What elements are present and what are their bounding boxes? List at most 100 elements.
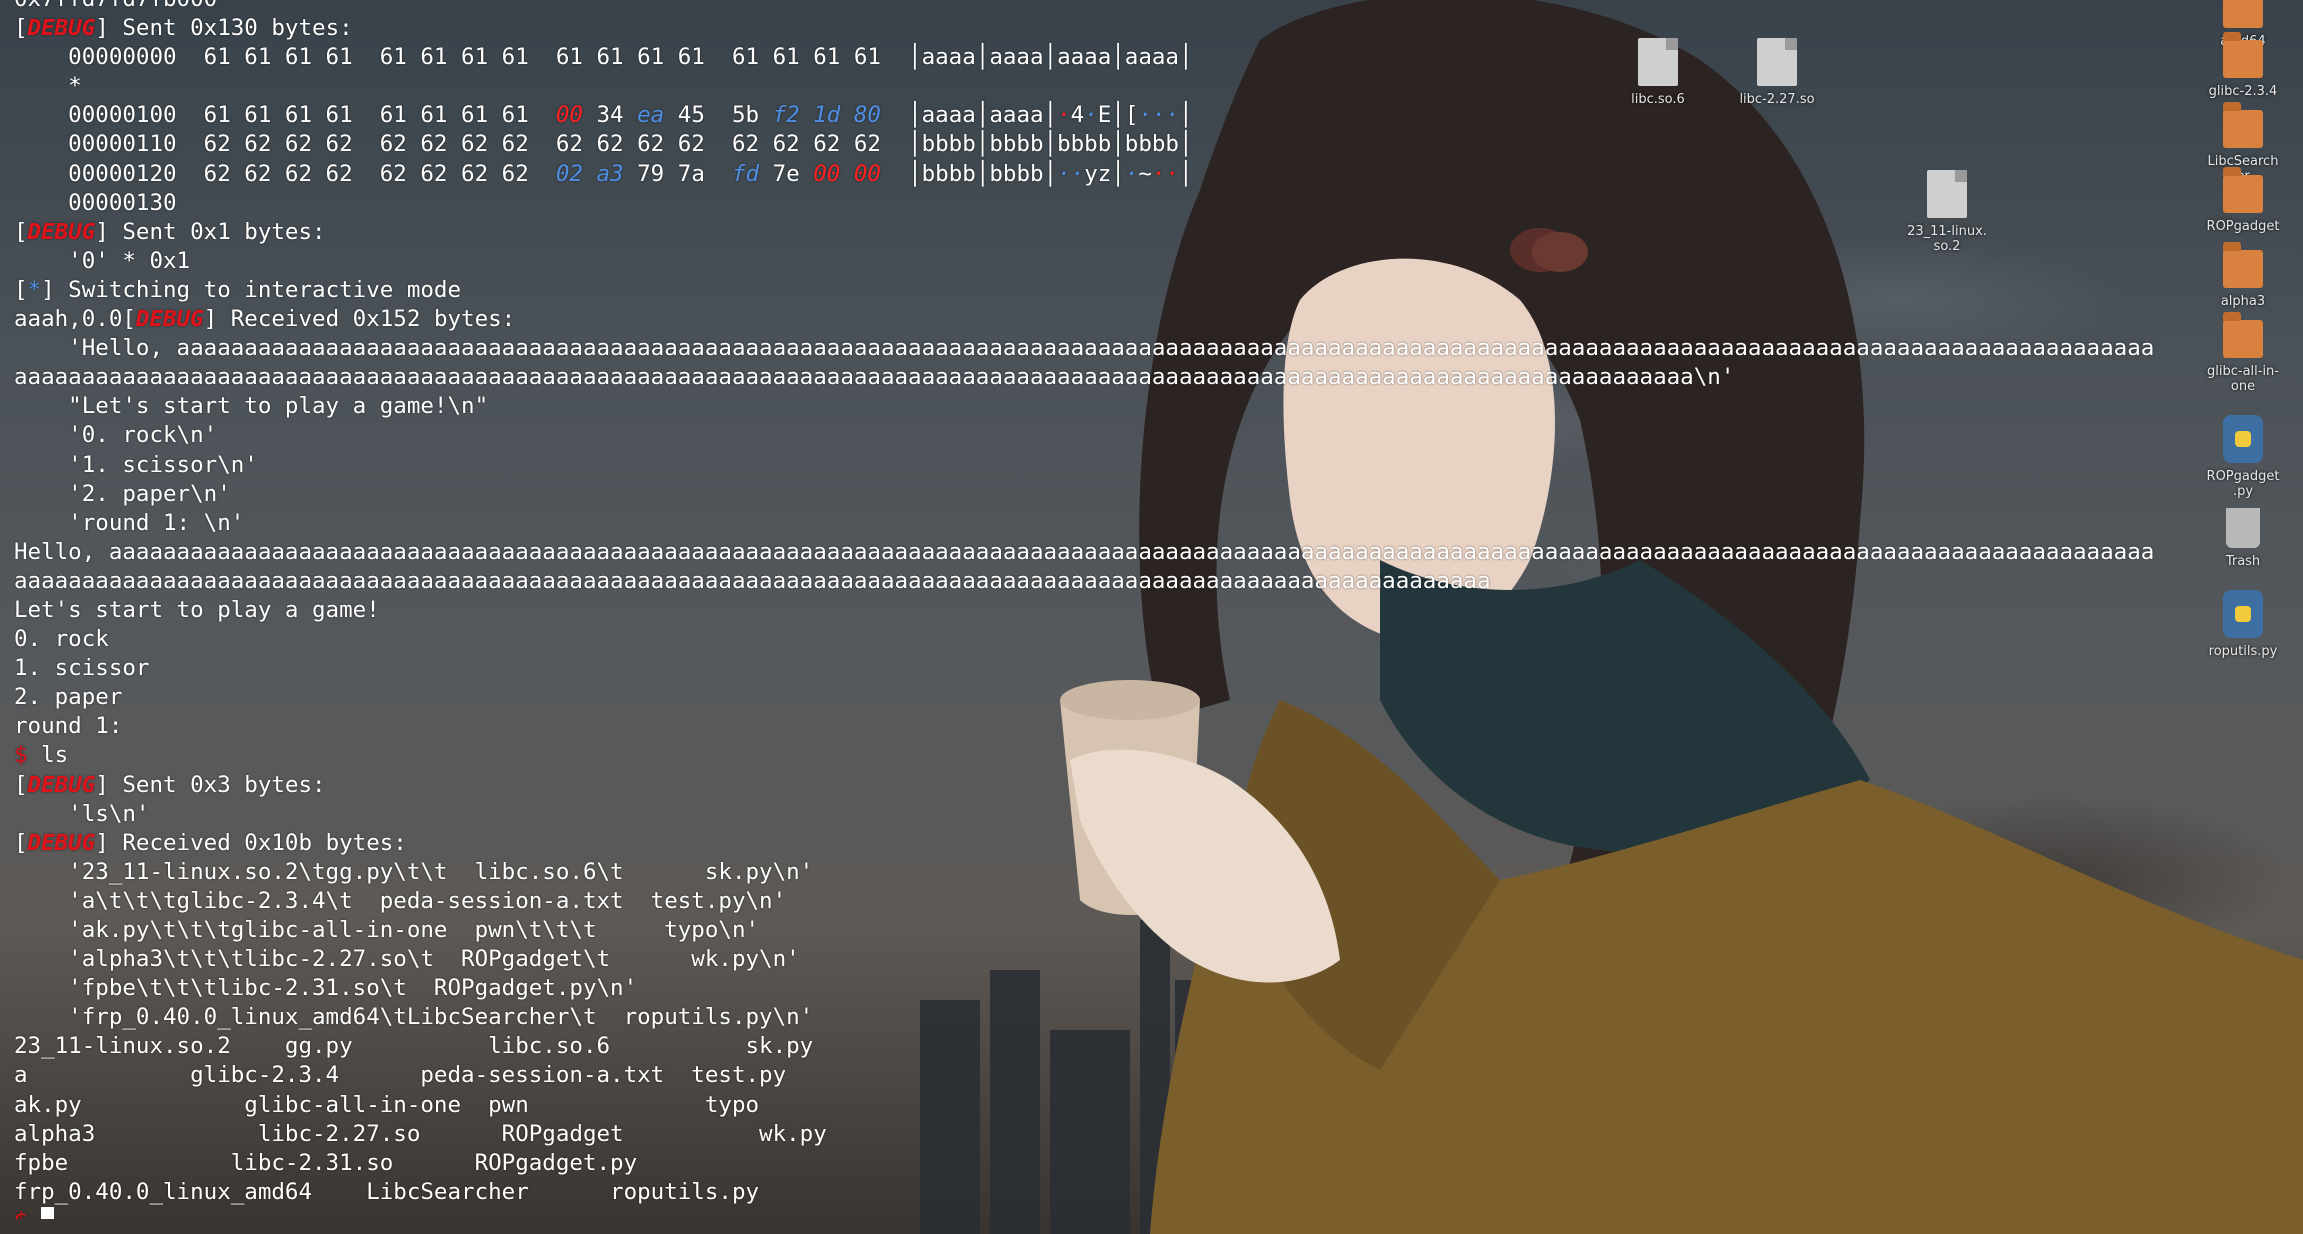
terminal-text: bbbb <box>989 160 1044 187</box>
terminal-text: 4 <box>1070 102 1085 129</box>
terminal-text: │ <box>1111 131 1125 158</box>
terminal-text: 'ak.py\t\t\tglibc-all-in-one pwn\t\t\t t… <box>14 917 760 943</box>
terminal-text: ls <box>27 742 69 769</box>
debug-tag: DEBUG <box>27 771 96 798</box>
terminal-text: '23_11-linux.so.2\tgg.py\t\t libc.so.6\t… <box>14 858 814 885</box>
terminal-text: 79 7a <box>623 160 732 187</box>
terminal-line: ak.py glibc-all-in-one pwn typo <box>14 1091 2284 1120</box>
terminal-text: ] Received 0x10b bytes: <box>95 829 407 856</box>
terminal-text: [ <box>14 276 28 303</box>
terminal-text: │ <box>1043 44 1058 71</box>
terminal-text: [ <box>14 218 28 245</box>
terminal-line: "Let's start to play a game!\n" <box>14 392 2284 421</box>
terminal-text: '0' * 0x1 <box>14 247 191 274</box>
terminal-text: [ <box>14 771 28 798</box>
terminal-text: bbbb <box>1057 131 1112 158</box>
terminal-text: 7e <box>759 160 814 187</box>
terminal-text: aaah,0.0[ <box>14 306 136 333</box>
terminal-text: "Let's start to play a game!\n" <box>14 393 489 420</box>
terminal-text: * <box>14 73 82 100</box>
terminal-text: 00000000 61 61 61 61 61 61 61 61 61 61 6… <box>14 44 909 71</box>
terminal-line: 'frp_0.40.0_linux_amd64\tLibcSearcher\t … <box>14 1003 2284 1032</box>
terminal-text: ] Switching to interactive mode <box>41 276 462 303</box>
terminal-text: · <box>1057 102 1071 129</box>
terminal-text: 02 a3 <box>555 160 624 187</box>
terminal-window[interactable]: 0x7ffd7fd7fb000[DEBUG] Sent 0x130 bytes:… <box>14 0 2284 1219</box>
terminal-text: │ <box>1043 160 1058 187</box>
terminal-line: round 1: <box>14 712 2284 741</box>
terminal-line: 'a\t\t\tglibc-2.3.4\t peda-session-a.txt… <box>14 887 2284 916</box>
terminal-line: alpha3 libc-2.27.so ROPgadget wk.py <box>14 1120 2284 1149</box>
terminal-line: Let's start to play a game! <box>14 596 2284 625</box>
terminal-text: aaaaaaaaaaaaaaaaaaaaaaaaaaaaaaaaaaaaaaaa… <box>14 364 1735 391</box>
terminal-line: 00000100 61 61 61 61 61 61 61 61 00 34 e… <box>14 101 2284 130</box>
terminal-line: fpbe libc-2.31.so ROPgadget.py <box>14 1149 2284 1178</box>
terminal-text: │ <box>908 160 922 187</box>
terminal-text: ] Sent 0x130 bytes: <box>95 15 353 42</box>
terminal-text: │ <box>1043 131 1058 158</box>
terminal-line: 1. scissor <box>14 654 2284 683</box>
terminal-text: 'ls\n' <box>14 800 150 827</box>
terminal-text: fpbe libc-2.31.so ROPgadget.py <box>14 1149 638 1176</box>
terminal-text: 00000100 61 61 61 61 61 61 61 61 <box>14 102 556 129</box>
terminal-text: Hello, aaaaaaaaaaaaaaaaaaaaaaaaaaaaaaaaa… <box>14 538 2155 565</box>
debug-tag: DEBUG <box>27 218 96 245</box>
terminal-text: ] Received 0x152 bytes: <box>203 306 516 333</box>
terminal-text: │ <box>1178 131 1193 158</box>
terminal-text: [ <box>1124 102 1139 129</box>
terminal-text: aaaa <box>1124 44 1179 71</box>
terminal-text: [ <box>14 15 28 42</box>
terminal-text: │ <box>1111 102 1125 129</box>
debug-tag: DEBUG <box>27 15 96 42</box>
terminal-text: f2 1d 80 <box>772 102 881 129</box>
terminal-text: ea <box>637 102 665 129</box>
terminal-line: 00000130 <box>14 189 2284 218</box>
terminal-text: ·· <box>1057 160 1085 187</box>
terminal-text: │ <box>908 102 922 129</box>
terminal-text: '1. scissor\n' <box>14 451 258 478</box>
terminal-text: ~ <box>1138 160 1152 187</box>
terminal-text: 'fpbe\t\t\tlibc-2.31.so\t ROPgadget.py\n… <box>14 975 638 1002</box>
terminal-line: 0. rock <box>14 625 2284 654</box>
terminal-text: │ <box>975 160 990 187</box>
terminal-line: * <box>14 72 2284 101</box>
terminal-line: '23_11-linux.so.2\tgg.py\t\t libc.so.6\t… <box>14 858 2284 887</box>
terminal-text: '0. rock\n' <box>14 422 218 449</box>
terminal-line: 2. paper <box>14 683 2284 712</box>
terminal-text: 00000130 <box>14 189 177 216</box>
terminal-cursor <box>41 1206 55 1219</box>
terminal-text: * <box>27 276 42 303</box>
terminal-text: E <box>1097 102 1112 129</box>
terminal-text: │ <box>1111 160 1125 187</box>
terminal-line: frp_0.40.0_linux_amd64 LibcSearcher ropu… <box>14 1178 2284 1207</box>
terminal-line: [DEBUG] Received 0x10b bytes: <box>14 829 2284 858</box>
terminal-line: aaah,0.0[DEBUG] Received 0x152 bytes: <box>14 305 2284 334</box>
terminal-line: [DEBUG] Sent 0x130 bytes: <box>14 14 2284 43</box>
terminal-line: $ <box>14 1206 2284 1219</box>
terminal-text: ·· <box>1151 160 1180 187</box>
terminal-text: │ <box>1179 160 1193 187</box>
terminal-text: aaaa <box>921 44 976 71</box>
terminal-text: ak.py glibc-all-in-one pwn typo <box>14 1091 760 1118</box>
terminal-text: │ <box>1111 44 1125 71</box>
terminal-text: frp_0.40.0_linux_amd64 LibcSearcher ropu… <box>14 1178 760 1205</box>
terminal-text: bbbb <box>989 131 1044 158</box>
terminal-text: round 1: <box>14 713 123 740</box>
terminal-text: · <box>1084 102 1098 129</box>
terminal-text: fd <box>731 160 760 187</box>
terminal-text: │ <box>908 44 922 71</box>
terminal-text: ··· <box>1138 102 1180 129</box>
terminal-line: [*] Switching to interactive mode <box>14 276 2284 305</box>
terminal-line: aaaaaaaaaaaaaaaaaaaaaaaaaaaaaaaaaaaaaaaa… <box>14 567 2284 596</box>
terminal-text: bbbb <box>921 160 976 187</box>
terminal-line: '0' * 0x1 <box>14 247 2284 276</box>
debug-tag: DEBUG <box>27 829 96 856</box>
terminal-text: '2. paper\n' <box>14 480 231 507</box>
terminal-line: 0x7ffd7fd7fb000 <box>14 0 2284 14</box>
terminal-line: 'ak.py\t\t\tglibc-all-in-one pwn\t\t\t t… <box>14 916 2284 945</box>
terminal-text: 0. rock <box>14 626 109 653</box>
terminal-text: │ <box>975 131 990 158</box>
terminal-line: 'ls\n' <box>14 800 2284 829</box>
terminal-text: 00000120 62 62 62 62 62 62 62 62 <box>14 160 556 187</box>
